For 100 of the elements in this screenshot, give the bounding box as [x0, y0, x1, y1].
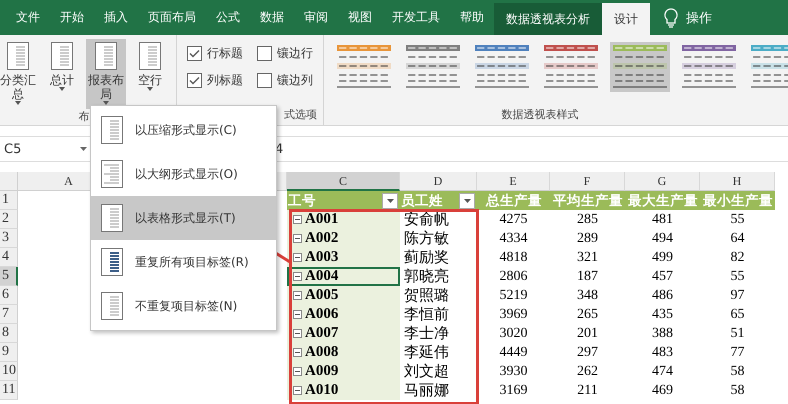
- ribbon-tab[interactable]: 帮助: [450, 0, 494, 35]
- layout-button[interactable]: 报表布局: [86, 39, 126, 109]
- option-checkbox[interactable]: 镶边行: [257, 45, 313, 62]
- tell-me-text[interactable]: 操作: [686, 8, 712, 26]
- collapse-icon[interactable]: [293, 348, 302, 357]
- row-label-cell[interactable]: A003: [287, 248, 400, 267]
- table-cell: 486: [625, 286, 700, 305]
- table-cell: 289: [550, 229, 625, 248]
- collapse-icon[interactable]: [293, 234, 302, 243]
- employee-id: A001: [305, 211, 338, 228]
- menu-item[interactable]: 重复所有项目标签(R): [91, 240, 276, 284]
- filter-button[interactable]: [382, 192, 398, 208]
- table-cell: 64: [700, 229, 775, 248]
- ribbon-tab[interactable]: 公式: [206, 0, 250, 35]
- table-cell-text: 贺照璐: [403, 286, 450, 305]
- row-label-cell[interactable]: A009: [287, 362, 400, 381]
- table-cell: 65: [700, 305, 775, 324]
- group-label: 数据透视表样式: [500, 107, 580, 123]
- row-header[interactable]: 4: [0, 248, 18, 267]
- collapse-icon[interactable]: [293, 215, 302, 224]
- table-cell: 457: [625, 267, 700, 286]
- menu-item[interactable]: 以压缩形式显示(C): [91, 108, 276, 152]
- row-label-cell[interactable]: A006: [287, 305, 400, 324]
- row-header[interactable]: 10: [0, 362, 18, 381]
- name-box[interactable]: C5: [0, 142, 80, 156]
- collapse-icon[interactable]: [293, 367, 302, 376]
- group-label: 布: [78, 109, 90, 125]
- style-swatch[interactable]: [610, 42, 670, 92]
- ribbon-tab[interactable]: 数据透视表分析: [494, 3, 602, 35]
- table-cell: 4449: [477, 343, 550, 362]
- row-header[interactable]: 1: [0, 191, 18, 210]
- table-cell: 435: [625, 305, 700, 324]
- menu-item[interactable]: 以表格形式显示(T): [91, 196, 276, 240]
- collapse-icon[interactable]: [293, 253, 302, 262]
- table-cell: 262: [550, 362, 625, 381]
- collapse-icon[interactable]: [293, 272, 302, 281]
- ribbon-tab[interactable]: 开始: [50, 0, 94, 35]
- layout-button[interactable]: 分类汇总: [0, 39, 38, 109]
- filter-button[interactable]: [459, 192, 475, 208]
- option-checkbox[interactable]: 列标题: [187, 72, 243, 89]
- layout-button[interactable]: 空行: [130, 39, 170, 109]
- row-header[interactable]: 2: [0, 210, 18, 229]
- table-cell: 499: [625, 248, 700, 267]
- collapse-icon[interactable]: [293, 291, 302, 300]
- option-checkbox[interactable]: 行标题: [187, 45, 243, 62]
- column-header[interactable]: D: [400, 172, 477, 191]
- column-header[interactable]: G: [625, 172, 700, 191]
- table-cell-text: 蓟励奖: [403, 248, 450, 267]
- layout-icon: [101, 204, 123, 232]
- table-cell: 77: [700, 343, 775, 362]
- employee-id: A004: [305, 268, 338, 285]
- table-cell-text: 李士净: [403, 324, 450, 343]
- ribbon-tab[interactable]: 开发工具: [382, 0, 450, 35]
- employee-id: A005: [305, 287, 338, 304]
- table-cell: 55: [700, 210, 775, 229]
- option-checkbox[interactable]: 镶边列: [257, 72, 313, 89]
- ribbon-tab[interactable]: 审阅: [294, 0, 338, 35]
- row-header[interactable]: 9: [0, 343, 18, 362]
- collapse-icon[interactable]: [293, 386, 302, 395]
- column-header[interactable]: H: [700, 172, 775, 191]
- caret-icon: [15, 101, 21, 105]
- row-header[interactable]: 3: [0, 229, 18, 248]
- employee-id: A003: [305, 249, 338, 266]
- column-header[interactable]: E: [477, 172, 550, 191]
- ribbon-tab[interactable]: 插入: [94, 0, 138, 35]
- row-header[interactable]: 11: [0, 381, 18, 400]
- row-header[interactable]: 7: [0, 305, 18, 324]
- table-cell: 494: [625, 229, 700, 248]
- row-label-cell[interactable]: A002: [287, 229, 400, 248]
- row-header[interactable]: 6: [0, 286, 18, 305]
- row-label-cell[interactable]: A005: [287, 286, 400, 305]
- table-cell: 474: [625, 362, 700, 381]
- row-label-cell[interactable]: A004: [287, 267, 400, 286]
- row-header[interactable]: 5: [0, 267, 18, 286]
- collapse-icon[interactable]: [293, 310, 302, 319]
- menu-item[interactable]: 不重复项目标签(N): [91, 284, 276, 328]
- row-label-cell[interactable]: A008: [287, 343, 400, 362]
- ribbon-tab[interactable]: 页面布局: [138, 0, 206, 35]
- table-cell: 2806: [477, 267, 550, 286]
- ribbon-tab[interactable]: 视图: [338, 0, 382, 35]
- caret-icon: [147, 87, 153, 91]
- table-cell-text: 马丽娜: [403, 381, 450, 400]
- layout-icon: [101, 292, 123, 320]
- layout-icon: [101, 160, 123, 188]
- table-cell: 211: [550, 381, 625, 400]
- row-label-cell[interactable]: A007: [287, 324, 400, 343]
- table-cell: 58: [700, 381, 775, 400]
- layout-button[interactable]: 总计: [42, 39, 82, 109]
- ribbon-tab[interactable]: 文件: [6, 0, 50, 35]
- column-header[interactable]: C: [287, 172, 400, 191]
- row-header[interactable]: 8: [0, 324, 18, 343]
- caret-icon: [386, 198, 394, 202]
- ribbon-tab[interactable]: 数据: [250, 0, 294, 35]
- column-header[interactable]: F: [550, 172, 625, 191]
- ribbon-tab[interactable]: 设计: [602, 3, 650, 35]
- collapse-icon[interactable]: [293, 329, 302, 338]
- table-cell-text: 陈方敏: [403, 229, 450, 248]
- table-cell-text: 李恒前: [403, 305, 450, 324]
- row-label-cell[interactable]: A010: [287, 381, 400, 400]
- table-cell: 321: [550, 248, 625, 267]
